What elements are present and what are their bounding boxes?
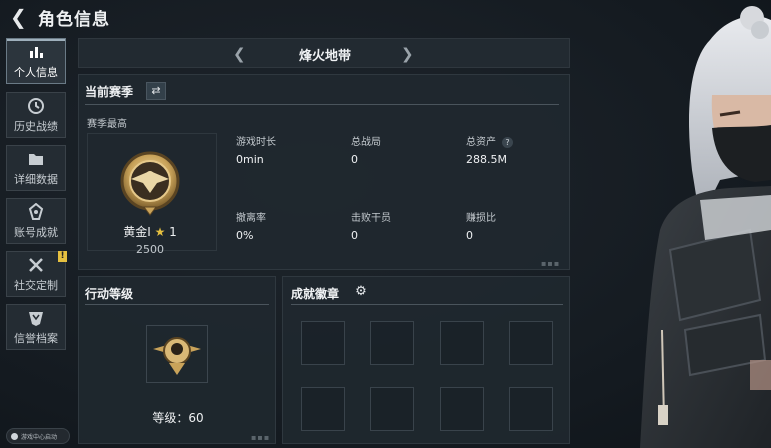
rank-name: 黄金I — [123, 225, 151, 239]
chevron-right-icon[interactable]: ❯ — [401, 45, 414, 63]
sidebar-item-label: 详细数据 — [14, 172, 58, 186]
sidebar-item-label: 信誉档案 — [14, 331, 58, 345]
divider — [291, 304, 563, 305]
notification-badge: ! — [58, 251, 67, 262]
folder-icon — [29, 153, 43, 165]
character-portrait — [640, 6, 771, 448]
history-clock-icon — [28, 97, 44, 114]
top-bar: ❮ 角色信息 — [0, 0, 771, 34]
stat-label: 游戏时长 — [236, 137, 276, 148]
sidebar-item-label: 历史战绩 — [14, 119, 58, 133]
panel-corner-mark: ▪▪▪ — [541, 259, 561, 268]
stat-value: 0 — [466, 229, 473, 242]
season-title: 当前赛季 — [85, 85, 134, 99]
help-icon[interactable]: ? — [502, 137, 513, 148]
sidebar-item-label: 账号成就 — [14, 225, 58, 239]
star-icon: ★ — [154, 225, 166, 239]
gear-icon[interactable]: ⚙ — [351, 283, 371, 301]
level-emblem-icon — [153, 337, 201, 375]
badge-slot[interactable] — [370, 321, 414, 365]
stat-label: 撤离率 — [236, 213, 266, 224]
rank-stars: 1 — [169, 225, 177, 239]
stat-label: 总战局 — [351, 137, 381, 148]
badge-slot[interactable] — [301, 387, 345, 431]
stat-value: 0 — [351, 153, 358, 166]
sidebar-item-label: 社交定制 — [14, 278, 58, 292]
stat-value: 288.5M — [466, 153, 507, 166]
sidebar-item-achievements[interactable]: 账号成就 — [6, 198, 66, 244]
badge-slot[interactable] — [301, 321, 345, 365]
action-level-title: 行动等级 — [85, 287, 134, 301]
level-label: 等级： — [152, 411, 189, 425]
achievement-badge-panel: 成就徽章 ⚙ — [282, 276, 570, 444]
rank-emblem-icon — [120, 151, 180, 216]
stat-label: 总资产? — [466, 133, 513, 148]
mode-selector: ❮ 烽火地带 ❯ — [78, 38, 570, 68]
badge-slot[interactable] — [440, 321, 484, 365]
panel-corner-mark: ▪▪▪ — [251, 433, 271, 442]
sidebar-item-detailed-data[interactable]: 详细数据 — [6, 145, 66, 191]
badge-slot[interactable] — [509, 387, 553, 431]
season-panel: 当前赛季 ⇄ 赛季最高 黄金I ★ 1 2500 游戏时长 0min 总战局 0… — [78, 74, 570, 270]
achievement-icon — [28, 202, 44, 220]
stat-label-text: 总资产 — [466, 137, 496, 148]
action-level-panel: 行动等级 等级：60 ▪▪▪ — [78, 276, 276, 444]
divider — [85, 104, 559, 105]
stat-value: 0% — [236, 229, 254, 242]
rank-name-row: 黄金I ★ 1 — [117, 223, 183, 240]
badge-slot[interactable] — [440, 387, 484, 431]
bar-chart-icon — [30, 46, 43, 58]
tools-icon — [29, 257, 43, 272]
stat-label: 击败干员 — [351, 213, 391, 224]
page-title: 角色信息 — [38, 10, 110, 30]
badge-slot[interactable] — [509, 321, 553, 365]
sidebar-item-social[interactable]: 社交定制 ! — [6, 251, 67, 297]
sidebar-item-label: 个人信息 — [14, 65, 58, 79]
stat-label: 赚损比 — [466, 213, 496, 224]
level-row: 等级：60 — [79, 409, 277, 426]
badge-slot[interactable] — [370, 387, 414, 431]
swap-icon[interactable]: ⇄ — [146, 82, 166, 100]
shield-icon — [29, 311, 43, 326]
game-center-launch[interactable]: 游戏中心启动 — [6, 428, 70, 444]
back-arrow-icon[interactable]: ❮ — [10, 7, 27, 27]
sidebar-item-reputation[interactable]: 信誉档案 — [6, 304, 66, 350]
sidebar-item-personal-info[interactable]: 个人信息 — [6, 38, 66, 84]
game-center-label: 游戏中心启动 — [21, 433, 58, 441]
stat-value: 0min — [236, 153, 264, 166]
stat-value: 0 — [351, 229, 358, 242]
sidebar-item-history[interactable]: 历史战绩 — [6, 92, 66, 138]
badge-panel-title: 成就徽章 — [291, 287, 340, 301]
season-best-label: 赛季最高 — [87, 119, 127, 130]
mode-title: 烽火地带 — [298, 49, 351, 64]
divider — [85, 304, 269, 305]
rank-score: 2500 — [136, 243, 164, 256]
level-value: 60 — [188, 411, 204, 425]
game-center-icon — [11, 432, 18, 440]
